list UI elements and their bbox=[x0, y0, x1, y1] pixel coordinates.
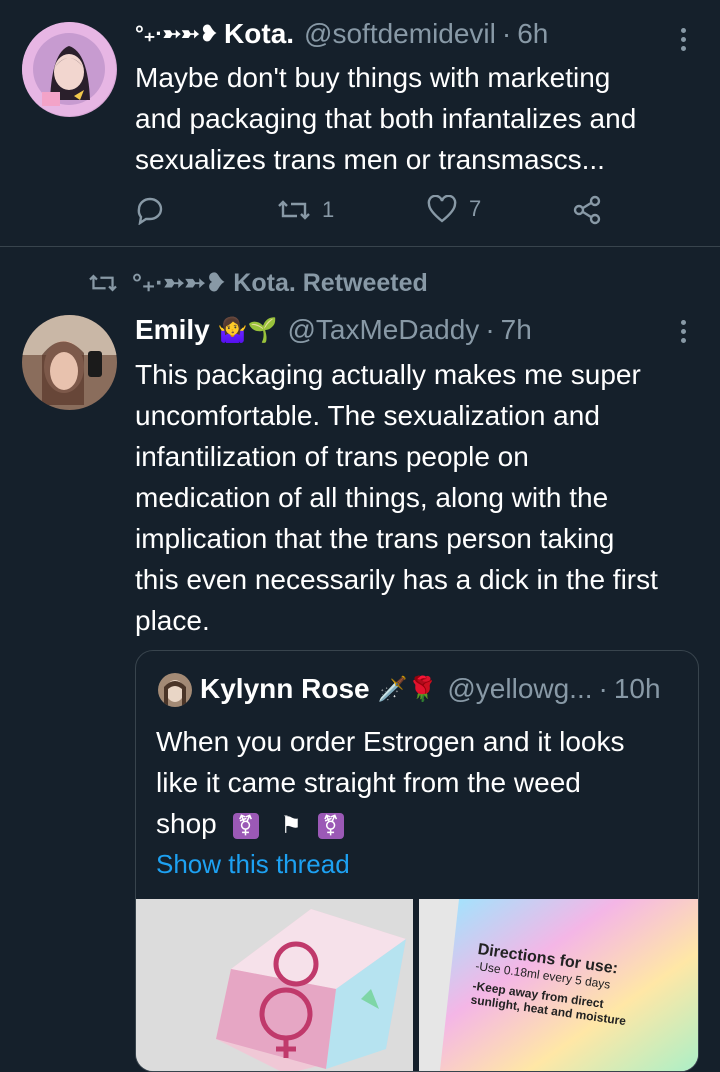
quote-text: When you order Estrogen and it looks lik… bbox=[156, 721, 686, 846]
show-thread-link[interactable]: Show this thread bbox=[156, 849, 350, 880]
timestamp[interactable]: 10h bbox=[614, 673, 661, 705]
display-name[interactable]: Emily bbox=[135, 314, 210, 346]
tweet-divider bbox=[0, 246, 720, 247]
text-line: and packaging that both infantalizes and bbox=[135, 103, 637, 134]
handle[interactable]: @yellowg... bbox=[447, 673, 592, 705]
avatar-anime-icon bbox=[22, 22, 116, 116]
transgender-symbol-icon: ⚧ bbox=[317, 812, 344, 839]
text-line: sexualizes trans men or transmascs... bbox=[135, 144, 605, 175]
quote-image-right[interactable]: Directions for use: -Use 0.18ml every 5 … bbox=[419, 899, 698, 1071]
avatar[interactable] bbox=[22, 315, 117, 410]
text-line: medication of all things, along with the bbox=[135, 482, 609, 513]
tweet-1-text: Maybe don't buy things with marketing an… bbox=[135, 57, 705, 180]
display-name[interactable]: Kylynn Rose bbox=[200, 673, 370, 705]
more-icon[interactable] bbox=[681, 320, 687, 347]
retweet-context-label: °₊·➳➳❥ Kota. Retweeted bbox=[132, 269, 428, 297]
name-emoji: 🗡️🌹 bbox=[377, 675, 438, 703]
tweet-2-text: This packaging actually makes me super u… bbox=[135, 354, 705, 641]
quote-image-left[interactable] bbox=[136, 899, 413, 1071]
text-line: When you order Estrogen and it looks bbox=[156, 726, 625, 757]
name-prefix: °₊·➳➳❥ bbox=[135, 21, 219, 46]
timestamp[interactable]: 6h bbox=[517, 18, 548, 50]
dot-separator: · bbox=[598, 673, 608, 704]
avatar-photo-icon bbox=[158, 673, 192, 707]
text-line: place. bbox=[135, 605, 210, 636]
dot-separator: · bbox=[485, 314, 495, 345]
text-line-with-emoji: shop ⚧ ⚑ ⚧ bbox=[156, 803, 686, 846]
like-icon bbox=[427, 195, 457, 223]
text-line: Maybe don't buy things with marketing bbox=[135, 62, 611, 93]
retweet-context[interactable]: °₊·➳➳❥ Kota. Retweeted bbox=[88, 268, 428, 298]
text-line: implication that the trans person taking bbox=[135, 523, 615, 554]
reply-icon bbox=[137, 197, 163, 225]
action-bar: 1 7 bbox=[135, 195, 615, 235]
name-emoji: 🤷‍♀️🌱 bbox=[217, 316, 278, 344]
dot-separator: · bbox=[501, 18, 512, 49]
avatar[interactable] bbox=[158, 673, 192, 707]
retweet-count: 1 bbox=[322, 197, 335, 222]
tweet-1[interactable]: °₊·➳➳❥ Kota. @softdemidevil · 6h Maybe d… bbox=[0, 0, 720, 246]
text-line: infantilization of trans people on bbox=[135, 441, 529, 472]
transgender-symbol-icon: ⚧ bbox=[232, 812, 259, 839]
tweet-1-header: °₊·➳➳❥ Kota. @softdemidevil · 6h bbox=[135, 18, 548, 50]
handle[interactable]: @softdemidevil bbox=[304, 18, 496, 50]
quoted-tweet[interactable]: Kylynn Rose 🗡️🌹 @yellowg... · 10h When y… bbox=[135, 650, 699, 1072]
like-count: 7 bbox=[469, 196, 482, 221]
share-button[interactable] bbox=[572, 195, 602, 225]
reply-button[interactable] bbox=[135, 195, 165, 225]
retweet-icon bbox=[89, 274, 117, 292]
timestamp[interactable]: 7h bbox=[501, 314, 532, 346]
text-line: shop bbox=[156, 808, 217, 839]
display-name[interactable]: Kota. bbox=[224, 18, 294, 50]
avatar[interactable] bbox=[22, 22, 117, 117]
tweet-2-header: Emily 🤷‍♀️🌱 @TaxMeDaddy · 7h bbox=[135, 314, 532, 346]
text-line: uncomfortable. The sexualization and bbox=[135, 400, 600, 431]
text-line: like it came straight from the weed bbox=[156, 767, 581, 798]
more-icon[interactable] bbox=[681, 28, 687, 55]
white-flag-icon: ⚑ bbox=[280, 812, 302, 839]
like-button[interactable]: 7 bbox=[427, 195, 481, 223]
text-line: this even necessarily has a dick in the … bbox=[135, 564, 658, 595]
retweet-button[interactable]: 1 bbox=[278, 195, 334, 225]
retweet-icon bbox=[278, 200, 310, 220]
share-icon bbox=[573, 195, 601, 225]
handle[interactable]: @TaxMeDaddy bbox=[287, 314, 479, 346]
avatar-photo-icon bbox=[22, 315, 117, 410]
quote-header: Kylynn Rose 🗡️🌹 @yellowg... · 10h bbox=[200, 673, 661, 705]
estrogen-box-photo bbox=[136, 899, 413, 1071]
text-line: This packaging actually makes me super bbox=[135, 359, 641, 390]
